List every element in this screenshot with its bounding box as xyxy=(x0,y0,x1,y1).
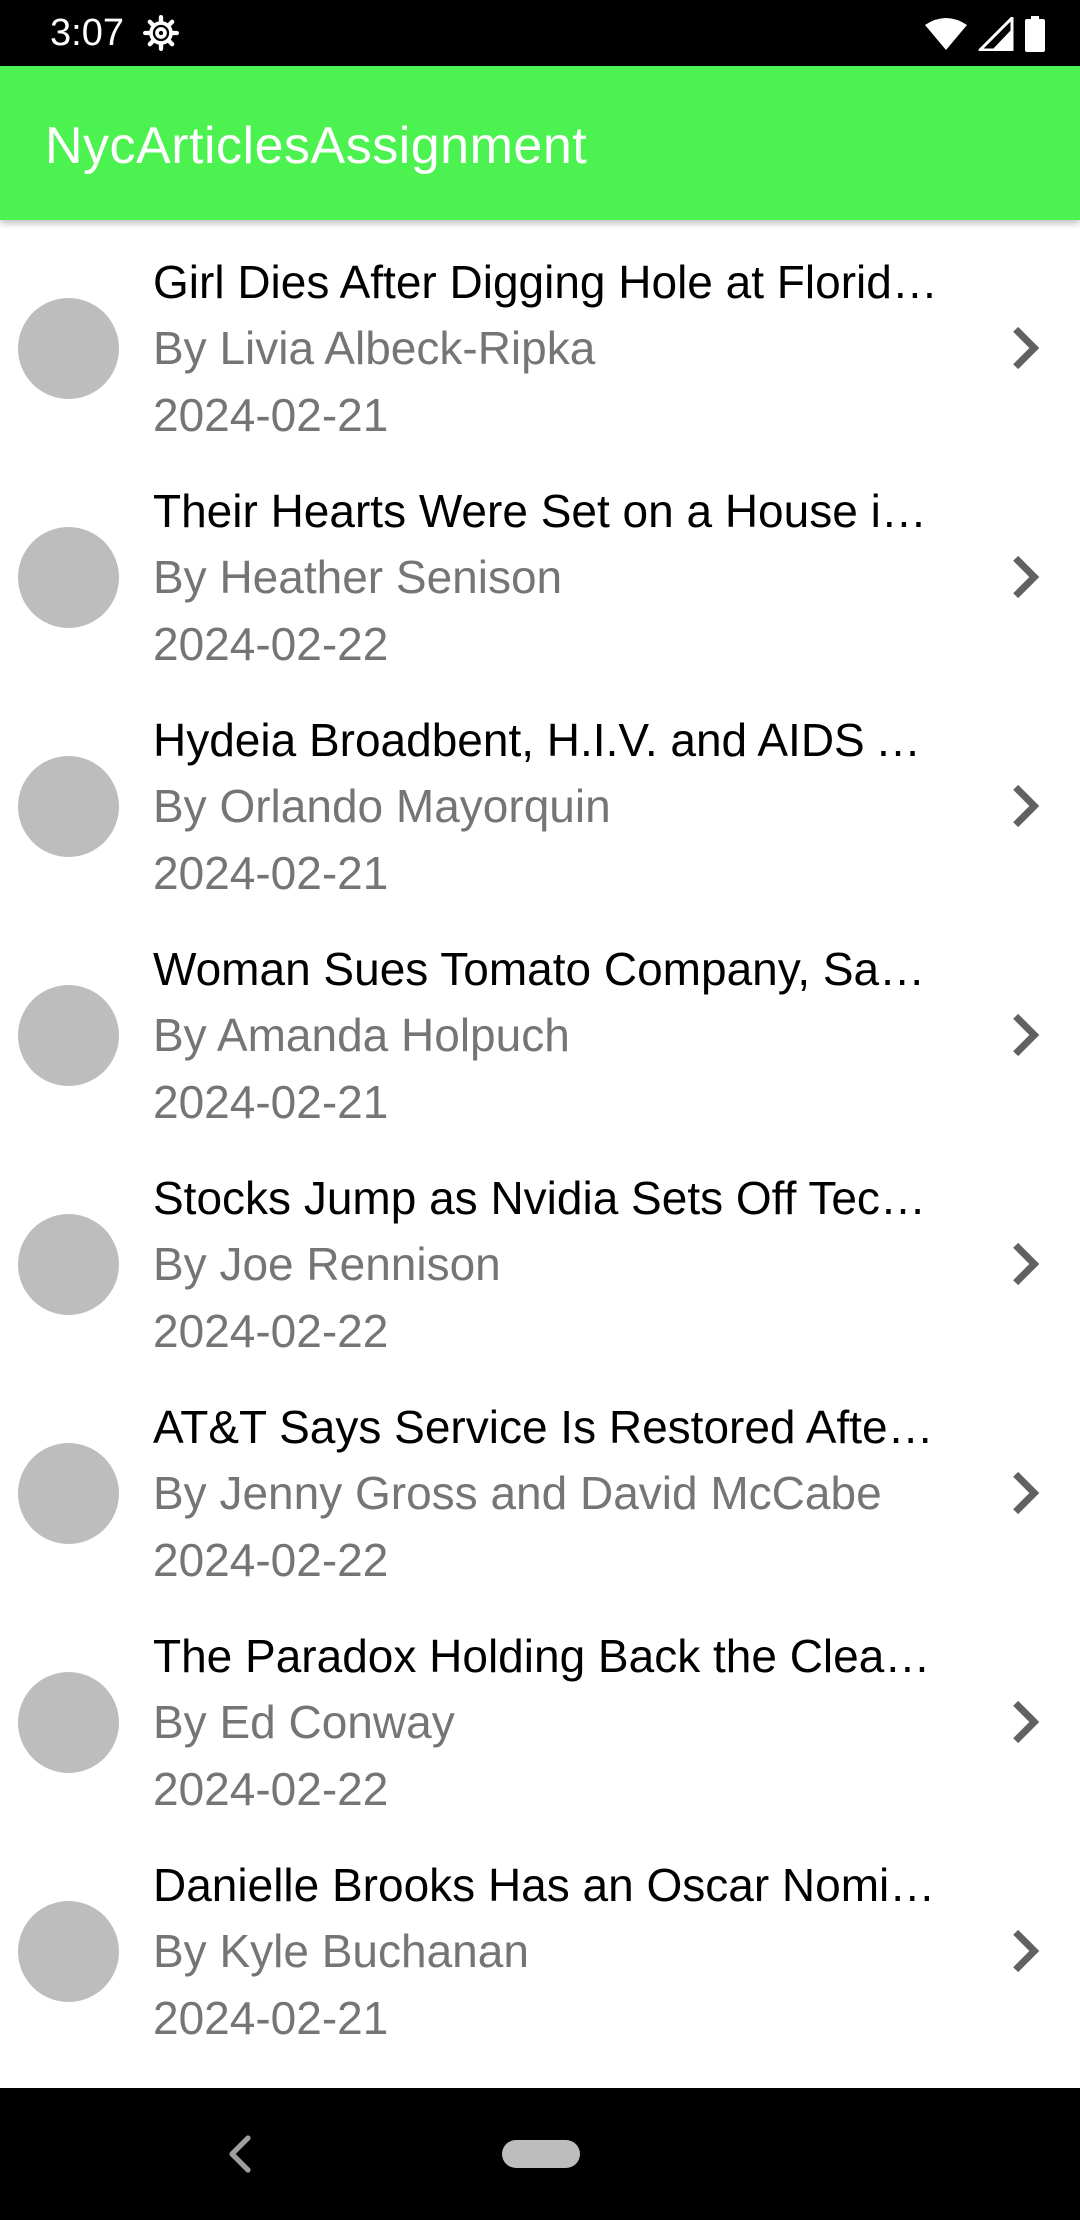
chevron-right-icon xyxy=(1013,1471,1040,1515)
article-date: 2024-02-22 xyxy=(153,1305,389,1357)
status-icons xyxy=(924,14,1046,54)
chevron-right-icon xyxy=(1013,555,1040,599)
article-row[interactable]: Stocks Jump as Nvidia Sets Off Tech Rall… xyxy=(0,1136,1080,1365)
article-row[interactable]: The Paradox Holding Back the Clean Energ… xyxy=(0,1594,1080,1823)
article-byline: By Livia Albeck-Ripka xyxy=(153,322,596,374)
article-date: 2024-02-22 xyxy=(153,1534,389,1586)
article-title: AT&T Says Service Is Restored After Wide… xyxy=(153,1401,943,1453)
article-byline: By Kyle Buchanan xyxy=(153,1925,529,1977)
article-thumbnail xyxy=(18,527,119,628)
article-byline: By Jenny Gross and David McCabe xyxy=(153,1467,882,1519)
battery-icon xyxy=(1025,16,1045,52)
article-row[interactable]: AT&T Says Service Is Restored After Wide… xyxy=(0,1365,1080,1594)
article-thumbnail xyxy=(18,985,119,1086)
navigation-bar xyxy=(0,2088,1080,2220)
article-title: The Paradox Holding Back the Clean Energ… xyxy=(153,1630,943,1682)
chevron-right-icon xyxy=(1013,326,1040,370)
article-title: Woman Sues Tomato Company, Saying Cans A… xyxy=(153,943,943,995)
screen: 3:07 NycArticlesAssignment Girl Dies Aft… xyxy=(0,0,1080,2220)
article-thumbnail xyxy=(18,298,119,399)
article-thumbnail xyxy=(18,1672,119,1773)
article-row[interactable]: Girl Dies After Digging Hole at Florida … xyxy=(0,220,1080,449)
chevron-right-icon xyxy=(1013,1929,1040,1973)
chevron-right-icon xyxy=(1013,1700,1040,1744)
article-row[interactable]: Hydeia Broadbent, H.I.V. and AIDS Activi… xyxy=(0,678,1080,907)
article-row[interactable]: Danielle Brooks Has an Oscar Nomination … xyxy=(0,1823,1080,2052)
chevron-right-icon xyxy=(1013,1013,1040,1057)
article-list[interactable]: Girl Dies After Digging Hole at Florida … xyxy=(0,220,1080,2088)
cell-signal-icon xyxy=(978,17,1014,51)
article-date: 2024-02-22 xyxy=(153,1763,389,1815)
chevron-right-icon xyxy=(1013,784,1040,828)
app-title: NycArticlesAssignment xyxy=(45,117,588,175)
article-title: Hydeia Broadbent, H.I.V. and AIDS Activi… xyxy=(153,714,943,766)
article-date: 2024-02-21 xyxy=(153,1076,389,1128)
article-byline: By Joe Rennison xyxy=(153,1238,501,1290)
settings-gear-icon xyxy=(143,15,179,51)
article-byline: By Ed Conway xyxy=(153,1696,455,1748)
article-date: 2024-02-21 xyxy=(153,1992,389,2044)
wifi-icon xyxy=(925,18,967,50)
article-row[interactable]: Woman Sues Tomato Company, Saying Cans A… xyxy=(0,907,1080,1136)
status-time: 3:07 xyxy=(50,12,124,54)
article-thumbnail xyxy=(18,756,119,857)
article-byline: By Heather Senison xyxy=(153,551,563,603)
article-row[interactable]: Their Hearts Were Set on a House in the … xyxy=(0,449,1080,678)
article-thumbnail xyxy=(18,1443,119,1544)
article-byline: By Orlando Mayorquin xyxy=(153,780,611,832)
article-date: 2024-02-21 xyxy=(153,847,389,899)
article-title: Stocks Jump as Nvidia Sets Off Tech Rall… xyxy=(153,1172,943,1224)
chevron-right-icon xyxy=(1013,1242,1040,1286)
article-byline: By Amanda Holpuch xyxy=(153,1009,570,1061)
article-thumbnail xyxy=(18,1901,119,2002)
back-icon[interactable] xyxy=(222,2132,258,2176)
article-date: 2024-02-22 xyxy=(153,618,389,670)
article-title: Danielle Brooks Has an Oscar Nomination … xyxy=(153,1859,943,1911)
article-title: Their Hearts Were Set on a House in the … xyxy=(153,485,943,537)
home-pill-icon[interactable] xyxy=(502,2140,580,2168)
status-bar: 3:07 xyxy=(0,0,1080,66)
article-title: Girl Dies After Digging Hole at Florida … xyxy=(153,256,943,308)
app-bar: NycArticlesAssignment xyxy=(0,66,1080,220)
article-thumbnail xyxy=(18,1214,119,1315)
article-date: 2024-02-21 xyxy=(153,389,389,441)
